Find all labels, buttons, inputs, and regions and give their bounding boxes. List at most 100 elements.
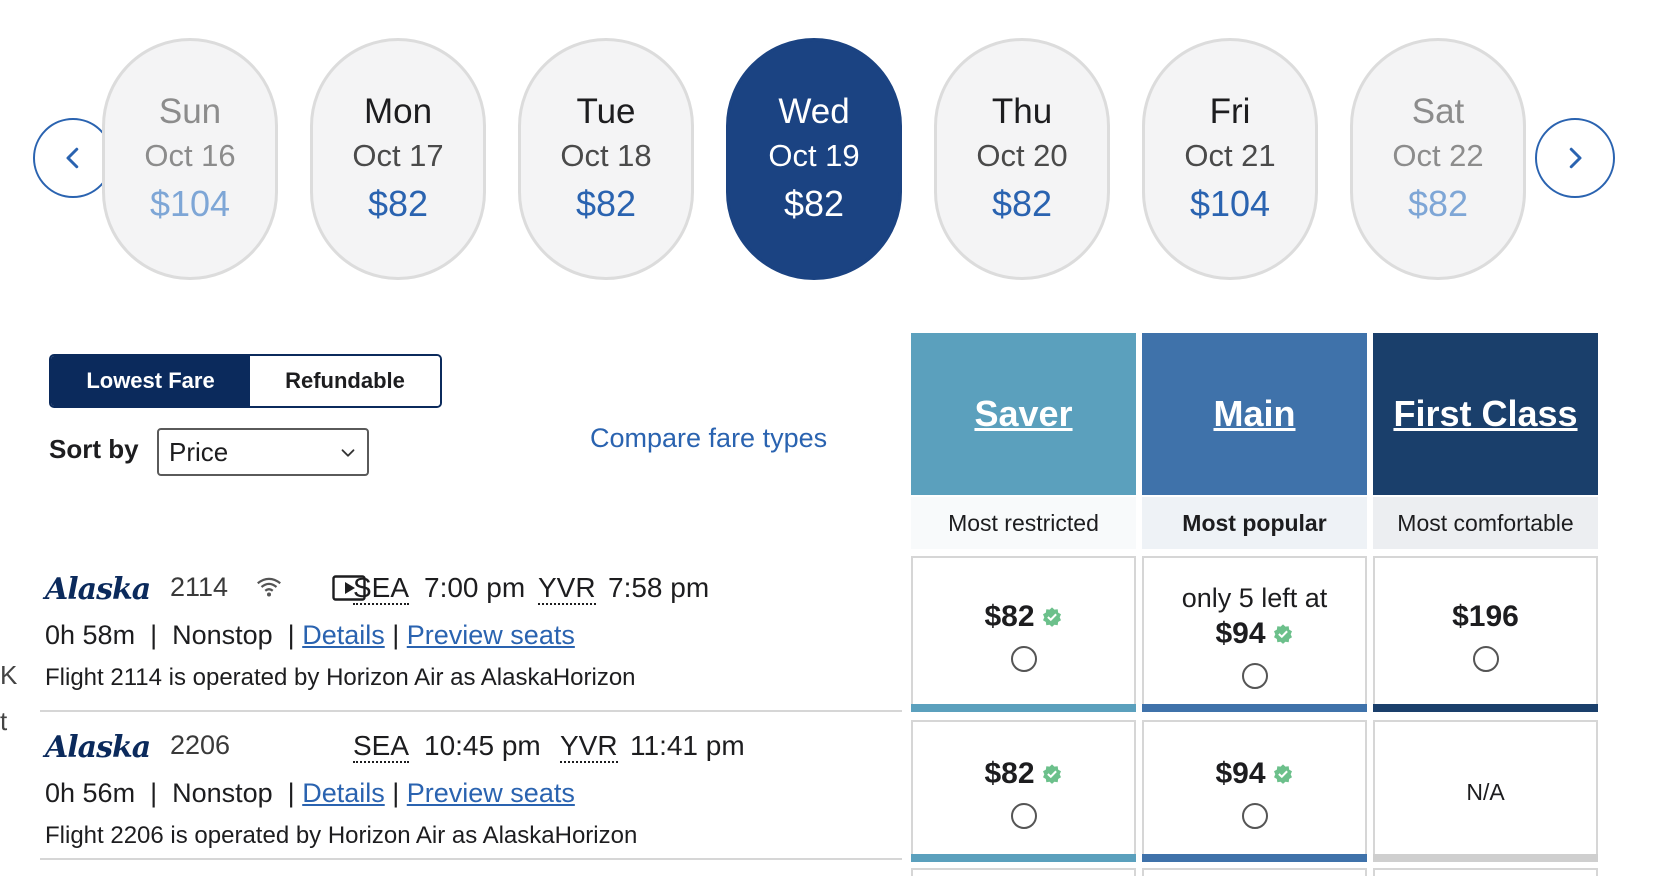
day-of-week: Thu (991, 92, 1053, 131)
arrival-airport: YVR (560, 730, 618, 763)
clipped-edge-text: K (0, 660, 18, 690)
fare-header-first-class[interactable]: First Class (1373, 333, 1598, 495)
flight-meta: 0h 58m | Nonstop | Details | Preview sea… (45, 620, 575, 650)
date-label: Oct 19 (768, 138, 860, 173)
fare-unavailable: N/A (1466, 778, 1505, 805)
flight-row: Alaska 2114 SEA 7:00 pm YVR 7:58 pm 0h 5… (40, 562, 902, 712)
wifi-icon (257, 577, 281, 597)
details-link[interactable]: Details (302, 620, 385, 650)
fare-subtitle-main: Most popular (1142, 497, 1367, 549)
details-link[interactable]: Details (302, 778, 385, 808)
preview-seats-link[interactable]: Preview seats (407, 778, 575, 808)
fare-color-bar (1142, 704, 1367, 712)
fare-subtitle-first-class: Most comfortable (1373, 497, 1598, 549)
fare-radio[interactable] (1010, 646, 1037, 672)
arrival-time: 7:58 pm (608, 572, 710, 603)
sort-by-label: Sort by (49, 434, 139, 464)
next-dates-button[interactable] (1535, 118, 1615, 198)
operated-by-note: Flight 2206 is operated by Horizon Air a… (45, 822, 638, 849)
fare-color-bar (911, 854, 1136, 862)
day-price: $82 (367, 183, 429, 224)
flight-meta: 0h 56m | Nonstop | Details | Preview sea… (45, 778, 575, 808)
fare-option-saver[interactable]: $82 (911, 556, 1136, 712)
refundable-toggle[interactable]: Refundable (250, 356, 440, 406)
duration: 0h 56m (45, 778, 136, 808)
day-of-week: Sat (1411, 92, 1465, 131)
fare-option-first-class[interactable]: $196 (1373, 556, 1598, 712)
date-pill-tue[interactable]: Tue Oct 18 $82 (518, 38, 694, 280)
fare-color-bar (1373, 854, 1598, 862)
fare-radio[interactable] (1010, 803, 1037, 829)
date-pill-mon[interactable]: Mon Oct 17 $82 (310, 38, 486, 280)
day-price: $82 (575, 183, 637, 224)
fare-header-saver[interactable]: Saver (911, 333, 1136, 495)
chevron-left-icon (66, 147, 79, 169)
fare-price: $196 (1452, 600, 1519, 633)
arrival-time: 11:41 pm (630, 730, 745, 761)
airline-logo: Alaska (45, 572, 151, 607)
flight-number: 2114 (170, 572, 229, 602)
date-pill-wed-selected[interactable]: Wed Oct 19 $82 (726, 38, 902, 280)
fare-option-main[interactable]: $94 (1142, 720, 1367, 862)
date-label: Oct 17 (352, 138, 444, 173)
day-price: $104 (149, 183, 231, 224)
date-pill-thu[interactable]: Thu Oct 20 $82 (934, 38, 1110, 280)
previous-dates-button[interactable] (33, 118, 113, 198)
operated-by-note: Flight 2114 is operated by Horizon Air a… (45, 664, 636, 691)
fare-price: $82 (984, 598, 1062, 636)
fare-radio[interactable] (1472, 646, 1499, 672)
departure-time: 10:45 pm (424, 730, 541, 761)
departure-airport: SEA (353, 572, 410, 605)
fare-option-saver[interactable]: $82 (911, 720, 1136, 862)
date-label: Oct 18 (560, 138, 652, 173)
fare-option-partial (1373, 868, 1598, 876)
verified-check-icon (1042, 607, 1061, 627)
compare-fare-types-link[interactable]: Compare fare types (590, 423, 827, 454)
clipped-edge-text: t (0, 706, 8, 736)
seats-left-note: only 5 left at (1181, 583, 1328, 613)
day-of-week: Mon (363, 92, 433, 131)
departure-airport: SEA (353, 730, 410, 763)
fare-option-partial (1142, 868, 1367, 876)
chevron-down-icon (341, 449, 355, 457)
date-label: Oct 21 (1184, 138, 1276, 173)
fare-header-main[interactable]: Main (1142, 333, 1367, 495)
day-of-week: Tue (576, 92, 636, 131)
date-pill-sat[interactable]: Sat Oct 22 $82 (1350, 38, 1526, 280)
fare-price: $82 (984, 755, 1062, 793)
fare-color-bar (1142, 854, 1367, 862)
chevron-right-icon (1569, 147, 1582, 169)
fare-color-bar (1373, 704, 1598, 712)
day-price: $82 (991, 183, 1053, 224)
date-label: Oct 20 (976, 138, 1068, 173)
fare-option-main[interactable]: only 5 left at $94 (1142, 556, 1367, 712)
sort-select-value: Price (169, 436, 229, 467)
verified-check-icon (1273, 764, 1292, 784)
verified-check-icon (1273, 624, 1292, 644)
stops: Nonstop (172, 620, 273, 650)
airline-logo: Alaska (45, 730, 151, 765)
date-label: Oct 16 (144, 138, 236, 173)
fare-option-partial (911, 868, 1136, 876)
fare-radio[interactable] (1241, 803, 1268, 829)
day-of-week: Wed (778, 92, 850, 131)
stops: Nonstop (172, 778, 273, 808)
arrival-airport: YVR (538, 572, 596, 605)
fare-type-toggle: Lowest Fare Refundable (49, 354, 442, 408)
fare-price: $94 (1215, 755, 1293, 793)
sort-select[interactable]: Price (157, 428, 369, 476)
fare-subtitle-saver: Most restricted (911, 497, 1136, 549)
day-price: $104 (1189, 183, 1271, 224)
preview-seats-link[interactable]: Preview seats (407, 620, 575, 650)
date-pill-fri[interactable]: Fri Oct 21 $104 (1142, 38, 1318, 280)
duration: 0h 58m (45, 620, 136, 650)
fare-radio[interactable] (1241, 663, 1268, 689)
fare-color-bar (911, 704, 1136, 712)
lowest-fare-toggle[interactable]: Lowest Fare (51, 356, 250, 406)
date-label: Oct 22 (1392, 138, 1484, 173)
fare-price: $94 (1215, 615, 1293, 653)
day-of-week: Sun (158, 92, 222, 131)
flight-row: Alaska 2206 SEA 10:45 pm YVR 11:41 pm 0h… (40, 720, 902, 860)
day-price: $82 (1407, 183, 1469, 224)
date-pill-sun[interactable]: Sun Oct 16 $104 (102, 38, 278, 280)
